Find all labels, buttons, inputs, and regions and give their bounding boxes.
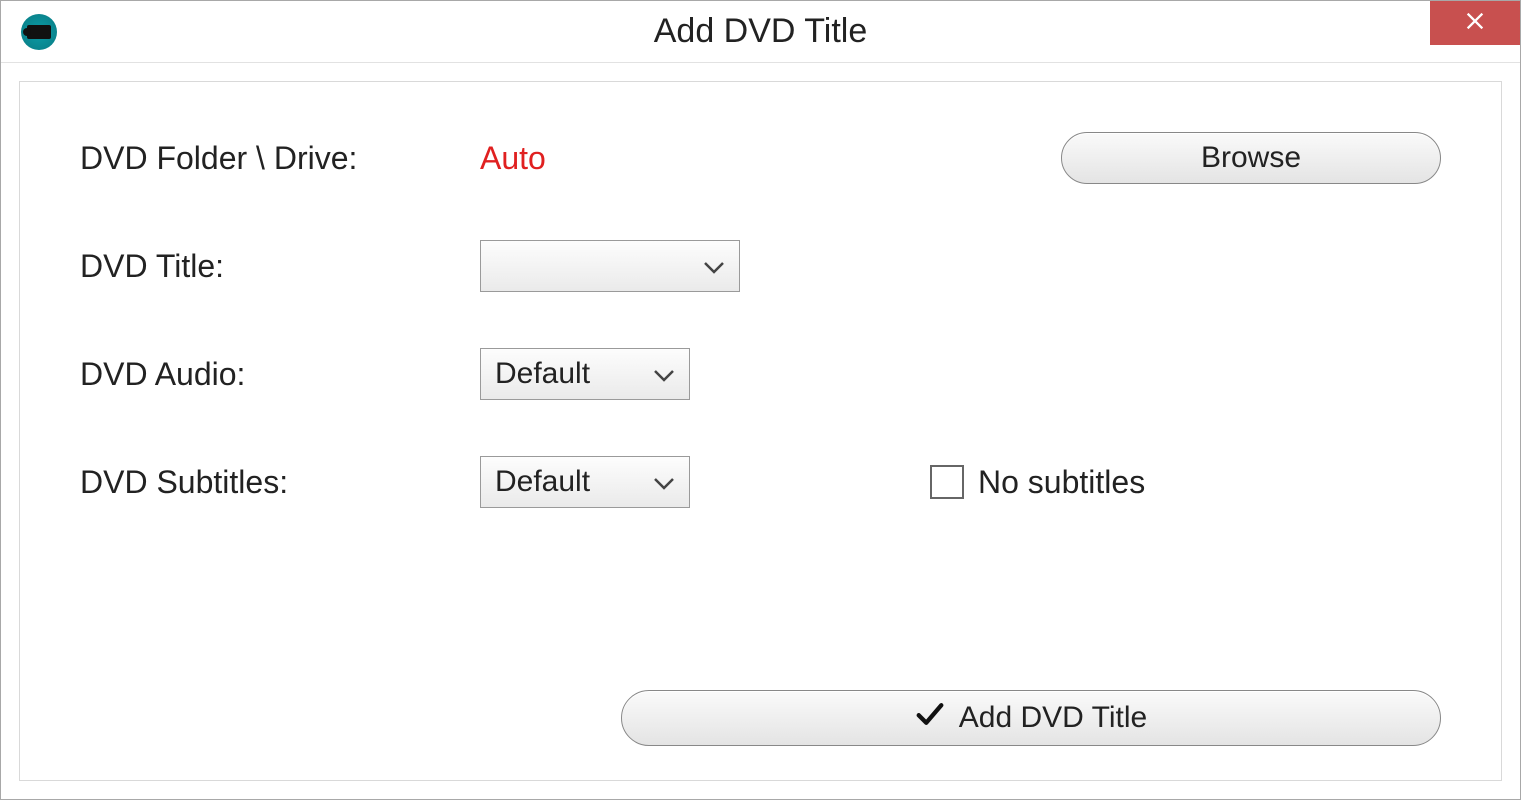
- dialog-window: Add DVD Title DVD Folder \ Drive: Auto B…: [0, 0, 1521, 800]
- row-dvd-subtitles: DVD Subtitles: Default No subtitles: [80, 456, 1441, 508]
- check-icon: [915, 699, 945, 737]
- no-subtitles-label: No subtitles: [978, 464, 1145, 501]
- no-subtitles-wrap: No subtitles: [930, 464, 1145, 501]
- close-icon: [1464, 10, 1486, 37]
- app-icon: [21, 14, 57, 50]
- dvd-title-select[interactable]: [480, 240, 740, 292]
- row-dvd-audio: DVD Audio: Default: [80, 348, 1441, 400]
- no-subtitles-checkbox[interactable]: [930, 465, 964, 499]
- dvd-subtitles-select[interactable]: Default: [480, 456, 690, 508]
- content-wrap: DVD Folder \ Drive: Auto Browse DVD Titl…: [1, 63, 1520, 799]
- dvd-subtitles-label: DVD Subtitles:: [80, 464, 480, 501]
- dvd-folder-value: Auto: [480, 140, 546, 176]
- browse-button[interactable]: Browse: [1061, 132, 1441, 184]
- dvd-audio-select[interactable]: Default: [480, 348, 690, 400]
- row-dvd-folder: DVD Folder \ Drive: Auto Browse: [80, 132, 1441, 184]
- window-title: Add DVD Title: [1, 12, 1520, 51]
- titlebar: Add DVD Title: [1, 1, 1520, 63]
- chevron-down-icon: [653, 357, 675, 391]
- close-button[interactable]: [1430, 1, 1520, 45]
- dvd-subtitles-value: Default: [495, 465, 590, 499]
- row-dvd-title: DVD Title:: [80, 240, 1441, 292]
- chevron-down-icon: [653, 465, 675, 499]
- dvd-title-label: DVD Title:: [80, 248, 480, 285]
- add-dvd-title-button[interactable]: Add DVD Title: [621, 690, 1441, 746]
- browse-button-label: Browse: [1201, 141, 1301, 175]
- dvd-audio-label: DVD Audio:: [80, 356, 480, 393]
- dvd-folder-label: DVD Folder \ Drive:: [80, 140, 480, 177]
- content-panel: DVD Folder \ Drive: Auto Browse DVD Titl…: [19, 81, 1502, 781]
- bottom-row: Add DVD Title: [621, 690, 1441, 746]
- chevron-down-icon: [703, 249, 725, 283]
- add-button-label: Add DVD Title: [959, 701, 1147, 735]
- dvd-audio-value: Default: [495, 357, 590, 391]
